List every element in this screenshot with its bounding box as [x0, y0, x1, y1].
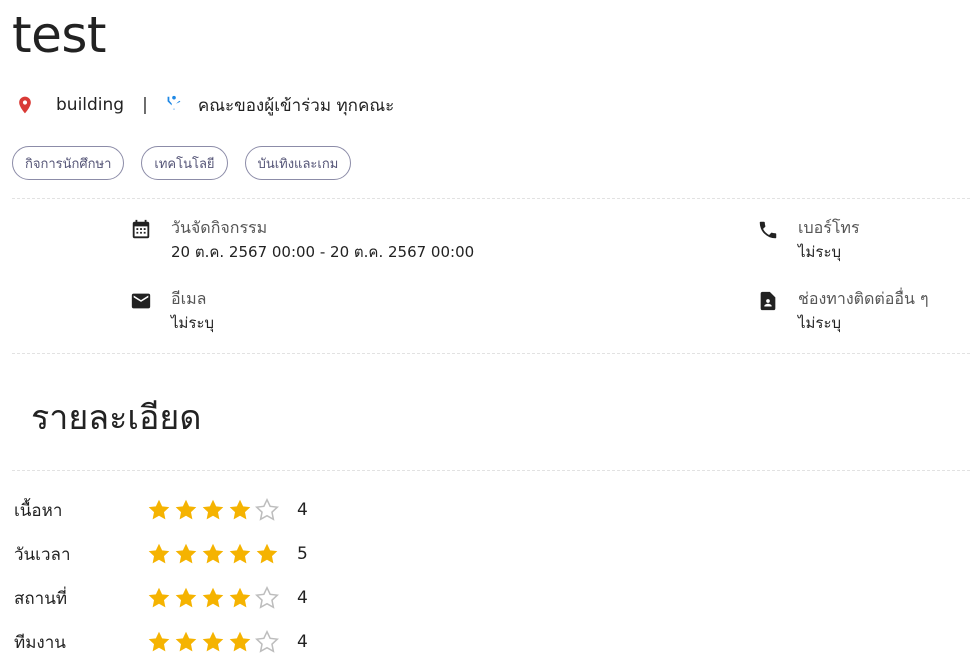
rating-row: วันเวลา 5: [14, 532, 308, 576]
star-filled-icon[interactable]: [173, 497, 199, 523]
star-filled-icon[interactable]: [200, 497, 226, 523]
email-label: อีเมล: [171, 289, 207, 308]
tag-chip[interactable]: บันเทิงและเกม: [244, 146, 352, 180]
info-date: วันจัดกิจกรรม 20 ต.ค. 2567 00:00 - 20 ต.…: [129, 217, 474, 263]
rating-stars[interactable]: [146, 497, 280, 523]
star-filled-icon[interactable]: [227, 629, 253, 655]
rating-label: สถานที่: [14, 588, 68, 609]
event-location: building: [56, 95, 125, 115]
star-filled-icon[interactable]: [227, 541, 253, 567]
location-pin-icon: [14, 92, 36, 118]
star-filled-icon[interactable]: [173, 541, 199, 567]
calendar-icon: [129, 218, 153, 242]
info-phone: เบอร์โทร ไม่ระบุ: [756, 217, 860, 263]
date-label: วันจัดกิจกรรม: [171, 218, 268, 237]
star-filled-icon[interactable]: [146, 629, 172, 655]
star-filled-icon[interactable]: [254, 541, 280, 567]
rating-row: ทีมงาน 4: [14, 620, 308, 661]
date-value: 20 ต.ค. 2567 00:00 - 20 ต.ค. 2567 00:00: [171, 243, 475, 261]
rating-value: 4: [297, 500, 308, 520]
rating-label: วันเวลา: [14, 544, 71, 565]
ratings-list: เนื้อหา 4 วันเวลา 5 สถานที่ 4 ทีมงาน 4: [14, 488, 308, 661]
star-filled-icon[interactable]: [146, 585, 172, 611]
details-title: รายละเอียด: [31, 398, 202, 438]
email-value: ไม่ระบุ: [171, 314, 215, 332]
star-filled-icon[interactable]: [227, 585, 253, 611]
phone-label: เบอร์โทร: [798, 218, 860, 237]
divider: [12, 198, 970, 199]
star-filled-icon[interactable]: [200, 629, 226, 655]
star-filled-icon[interactable]: [200, 585, 226, 611]
divider: [12, 353, 970, 354]
rating-stars[interactable]: [146, 629, 280, 655]
rating-value: 4: [297, 632, 308, 652]
star-filled-icon[interactable]: [146, 541, 172, 567]
rating-stars[interactable]: [146, 585, 280, 611]
other-contact-label: ช่องทางติดต่ออื่น ๆ: [798, 289, 929, 308]
contact-card-icon: [756, 289, 780, 313]
tag-chip[interactable]: เทคโนโลยี: [141, 146, 228, 180]
rating-value: 5: [297, 544, 308, 564]
info-other-contact: ช่องทางติดต่ออื่น ๆ ไม่ระบุ: [756, 288, 929, 334]
rating-value: 4: [297, 588, 308, 608]
phone-value: ไม่ระบุ: [798, 243, 842, 261]
star-filled-icon[interactable]: [227, 497, 253, 523]
star-empty-icon[interactable]: [254, 585, 280, 611]
star-filled-icon[interactable]: [200, 541, 226, 567]
star-filled-icon[interactable]: [173, 629, 199, 655]
rating-row: สถานที่ 4: [14, 576, 308, 620]
mail-icon: [129, 289, 153, 313]
tag-list: กิจการนักศึกษา เทคโนโลยี บันเทิงและเกม: [12, 146, 352, 180]
other-contact-value: ไม่ระบุ: [798, 314, 842, 332]
star-empty-icon[interactable]: [254, 629, 280, 655]
event-title: test: [12, 6, 107, 64]
star-empty-icon[interactable]: [254, 497, 280, 523]
star-filled-icon[interactable]: [146, 497, 172, 523]
divider: [12, 470, 970, 471]
tag-chip[interactable]: กิจการนักศึกษา: [12, 146, 125, 180]
person-icon: [162, 92, 186, 118]
info-email: อีเมล ไม่ระบุ: [129, 288, 214, 334]
rating-stars[interactable]: [146, 541, 280, 567]
phone-icon: [756, 218, 780, 242]
rating-label: เนื้อหา: [14, 500, 63, 521]
rating-label: ทีมงาน: [14, 632, 66, 653]
star-filled-icon[interactable]: [173, 585, 199, 611]
event-audience: คณะของผู้เข้าร่วม ทุกคณะ: [197, 95, 395, 116]
rating-row: เนื้อหา 4: [14, 488, 308, 532]
meta-separator: |: [142, 95, 148, 115]
event-meta: building | คณะของผู้เข้าร่วม ทุกคณะ: [14, 92, 394, 118]
